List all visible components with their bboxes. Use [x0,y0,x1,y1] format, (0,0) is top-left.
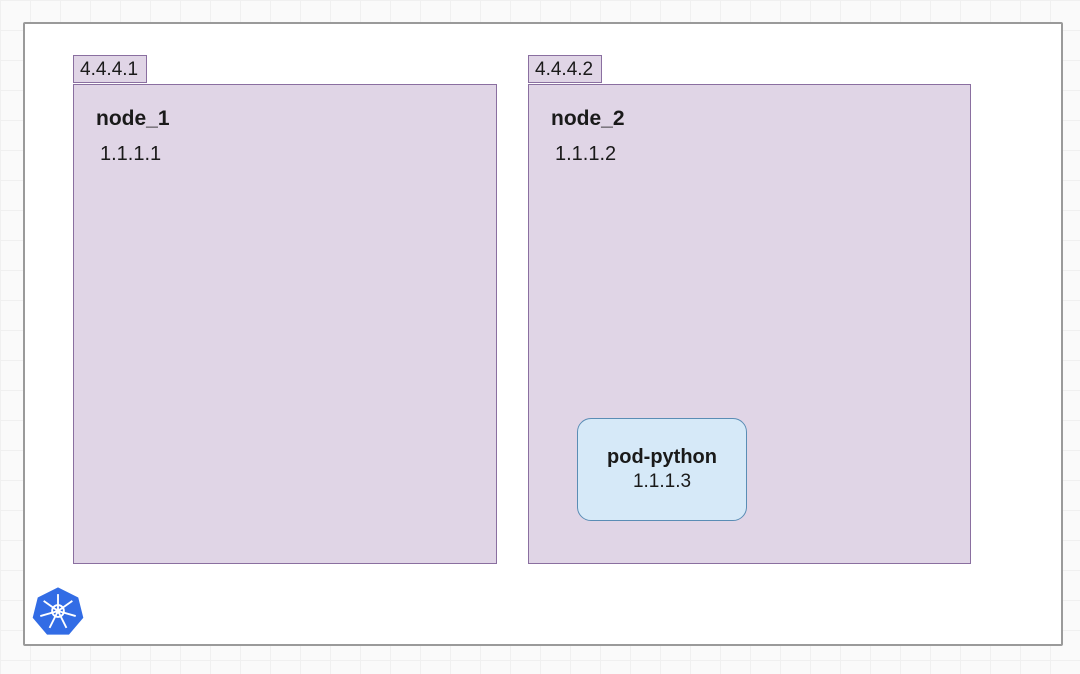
node-1-external-ip-tab: 4.4.4.1 [73,55,147,83]
node-1-box: 4.4.4.1 node_1 1.1.1.1 [73,84,497,564]
node-2-external-ip: 4.4.4.2 [535,59,593,80]
node-1-internal-ip: 1.1.1.1 [100,143,161,166]
node-1-title: node_1 [96,107,170,131]
node-2-external-ip-tab: 4.4.4.2 [528,55,602,83]
pod-python-ip: 1.1.1.3 [633,471,691,493]
kubernetes-icon [31,584,85,638]
node-1-external-ip: 4.4.4.1 [80,59,138,80]
node-2-box: 4.4.4.2 node_2 1.1.1.2 pod-python 1.1.1.… [528,84,971,564]
node-2-title: node_2 [551,107,625,131]
node-2-internal-ip: 1.1.1.2 [555,143,616,166]
pod-python-title: pod-python [607,446,717,469]
cluster-frame: 4.4.4.1 node_1 1.1.1.1 4.4.4.2 node_2 1.… [23,22,1063,646]
pod-python-box: pod-python 1.1.1.3 [577,418,747,521]
